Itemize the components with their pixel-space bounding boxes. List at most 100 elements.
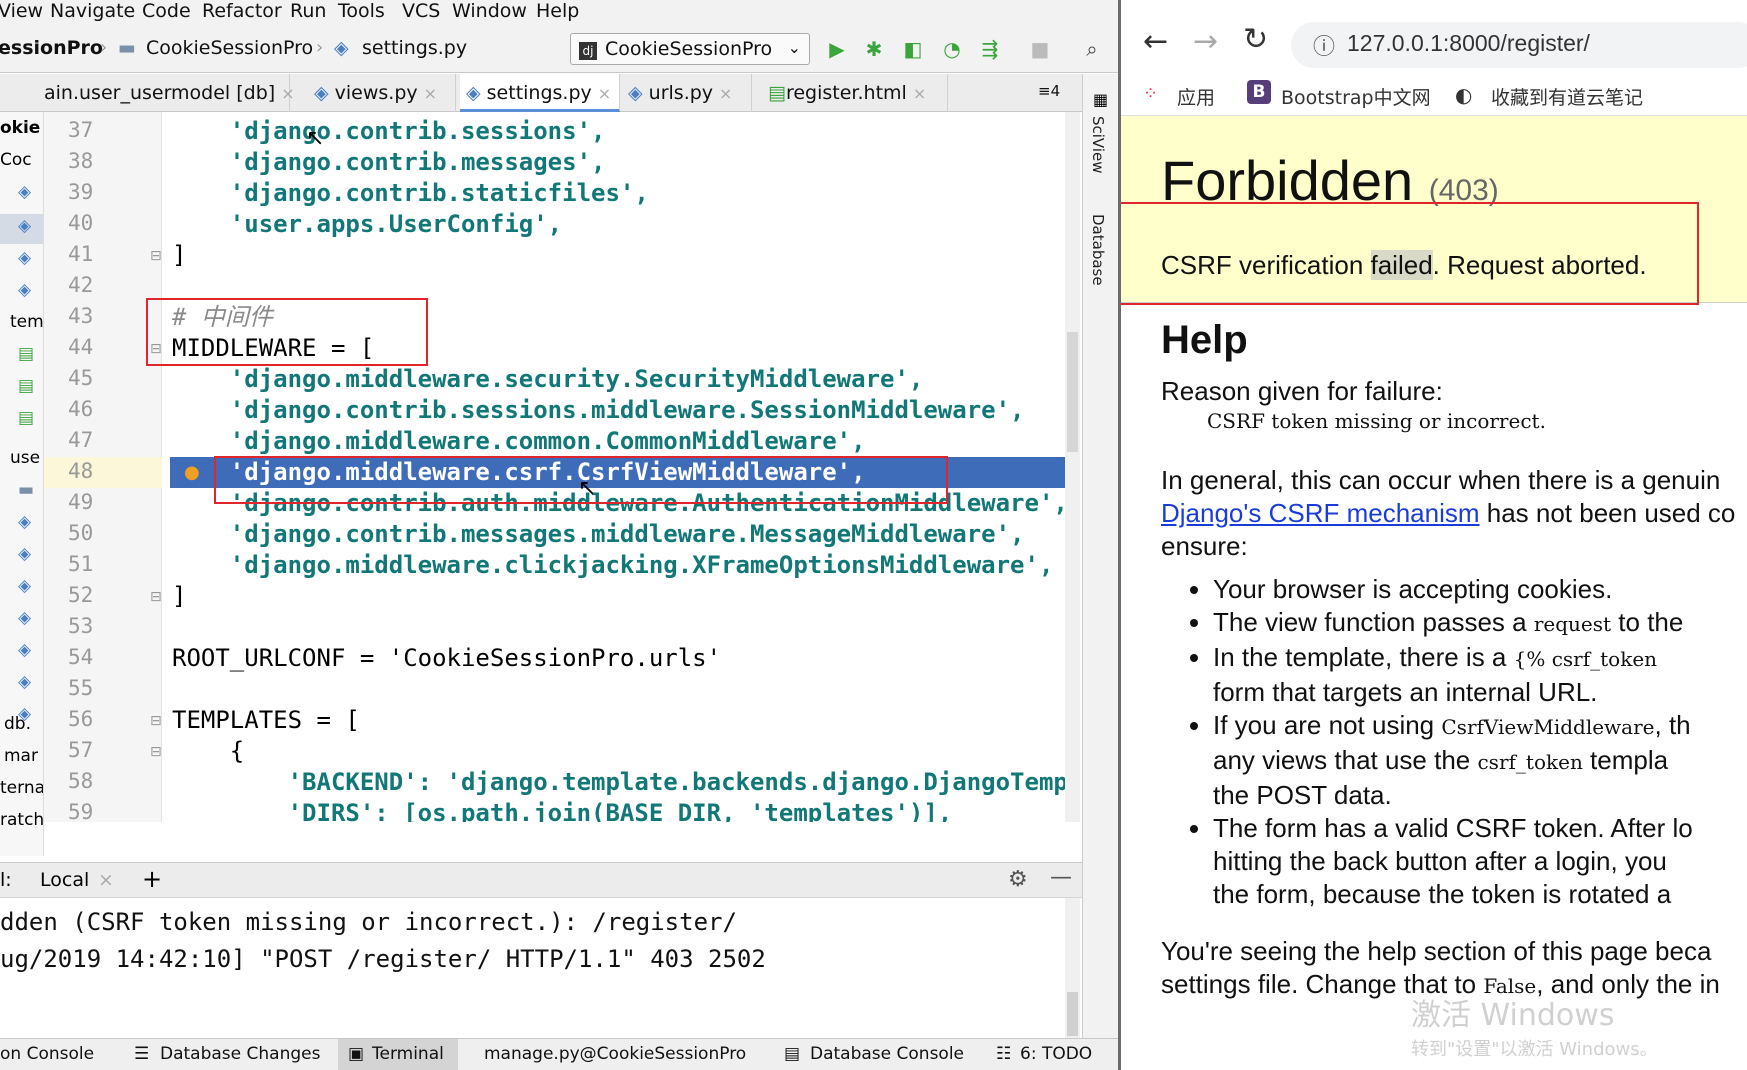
tab-label: ain.user_usermodel [db]	[44, 82, 276, 104]
code-line[interactable]: 'DIRS': [os.path.join(BASE_DIR, 'templat…	[172, 798, 953, 822]
python-file-icon: ◈	[628, 82, 649, 104]
tab-register-html[interactable]: ▤register.html ×	[762, 74, 948, 112]
breadcrumb-folder[interactable]: CookieSessionPro	[146, 37, 313, 59]
profile-icon[interactable]: ◔	[940, 37, 964, 61]
project-tree-item[interactable]: use	[10, 448, 40, 468]
line-number: 44	[68, 335, 94, 359]
fold-icon[interactable]: ⊟	[150, 713, 162, 729]
menu-navigate[interactable]: Navigate	[50, 0, 135, 22]
tab-views[interactable]: ◈ views.py ×	[308, 74, 456, 112]
reload-icon[interactable]: ↻	[1243, 22, 1268, 57]
terminal-icon: ▣	[348, 1044, 365, 1064]
close-icon[interactable]: ×	[98, 869, 114, 891]
code-line[interactable]: ROOT_URLCONF = 'CookieSessionPro.urls'	[172, 643, 721, 674]
stop-icon[interactable]: ■	[1028, 37, 1052, 61]
csrf-docs-link[interactable]: Django's CSRF mechanism	[1161, 498, 1480, 528]
database-console-tab[interactable]: Database Console	[810, 1044, 964, 1064]
close-icon[interactable]: ×	[281, 84, 294, 103]
line-number: 51	[68, 552, 94, 576]
menu-view[interactable]: View	[0, 0, 43, 22]
bookmark-youdao[interactable]: 收藏到有道云笔记	[1491, 83, 1643, 110]
bookmark-apps[interactable]: 应用	[1177, 83, 1215, 110]
manage-py-tab[interactable]: manage.py@CookieSessionPro	[484, 1044, 746, 1064]
project-tree-item[interactable]: mar	[4, 746, 38, 766]
globe-icon: ◐	[1455, 83, 1473, 107]
code-line[interactable]: 'django.middleware.common.CommonMiddlewa…	[172, 426, 866, 457]
minimize-icon[interactable]: —	[1050, 865, 1072, 890]
run-icon[interactable]: ▶	[825, 37, 849, 61]
code-line[interactable]: 'django.middleware.clickjacking.XFrameOp…	[172, 550, 1054, 581]
menu-code[interactable]: Code	[142, 0, 191, 22]
editor-scrollbar[interactable]	[1065, 112, 1080, 822]
fold-icon[interactable]: ⊟	[150, 248, 162, 264]
close-icon[interactable]: ×	[719, 84, 732, 103]
add-icon[interactable]: +	[142, 865, 162, 893]
menu-window[interactable]: Window	[452, 0, 527, 22]
gear-icon[interactable]: ⚙	[1008, 867, 1028, 892]
search-icon[interactable]: ⌕	[1080, 37, 1104, 61]
fold-icon[interactable]: ⊟	[150, 744, 162, 760]
tab-label: urls.py	[648, 82, 714, 104]
tab-label: settings.py	[486, 82, 592, 104]
terminal-tab-local[interactable]: Local	[40, 869, 89, 891]
breadcrumb-project[interactable]: essionPro	[0, 37, 103, 59]
tab-settings[interactable]: ◈ settings.py ×	[460, 74, 620, 112]
terminal-output[interactable]: dden (CSRF token missing or incorrect.):…	[0, 898, 1065, 1038]
code-text: request	[1533, 612, 1612, 636]
back-icon[interactable]: ←	[1143, 24, 1168, 59]
tab-usermodel[interactable]: ain.user_usermodel [db] ×	[38, 74, 295, 112]
code-line[interactable]: 'user.apps.UserConfig',	[172, 209, 562, 240]
database-changes-tab[interactable]: Database Changes	[160, 1044, 320, 1064]
project-tree-item[interactable]: ratch	[0, 810, 43, 830]
code-line[interactable]: ]	[172, 581, 186, 612]
project-tree-item[interactable]: db.	[4, 714, 31, 734]
code-line[interactable]: {	[172, 736, 244, 767]
concurrency-icon[interactable]: ⇶	[978, 37, 1002, 61]
forward-icon[interactable]: →	[1193, 24, 1218, 59]
close-icon[interactable]: ×	[598, 84, 611, 103]
debug-icon[interactable]: ✱	[862, 37, 886, 61]
tab-urls[interactable]: ◈ urls.py ×	[622, 74, 752, 112]
code-line[interactable]: 'django.contrib.messages',	[172, 147, 606, 178]
code-line[interactable]: 'BACKEND': 'django.template.backends.dja…	[172, 767, 1080, 798]
todo-tab[interactable]: 6: TODO	[1020, 1044, 1092, 1064]
project-tree-item[interactable]: okie	[0, 118, 40, 138]
project-tree-item[interactable]: Coc	[0, 150, 32, 170]
help-text: templa	[1582, 745, 1669, 775]
code-line[interactable]: ]	[172, 240, 186, 271]
bookmark-bootstrap[interactable]: Bootstrap中文网	[1281, 83, 1431, 110]
code-line[interactable]: TEMPLATES = [	[172, 705, 360, 736]
structure-icon[interactable]: ▦	[1093, 90, 1108, 109]
info-icon[interactable]: ⓘ	[1313, 29, 1335, 61]
code-line[interactable]: 'django.middleware.security.SecurityMidd…	[172, 364, 924, 395]
project-tree-item[interactable]: terna	[0, 778, 43, 798]
html-file-icon: ▤	[18, 408, 35, 428]
breakpoint-icon[interactable]: ●	[184, 462, 200, 483]
breadcrumb-file[interactable]: settings.py	[362, 37, 467, 59]
bottom-tool-bar: on Console ☰ Database Changes ▣ Terminal…	[0, 1038, 1118, 1070]
code-line[interactable]: 'django.contrib.sessions',	[172, 116, 606, 147]
database-tab[interactable]: Database	[1089, 214, 1107, 286]
run-configuration-select[interactable]: dj CookieSessionPro ⌄	[570, 33, 810, 65]
menu-run[interactable]: Run	[290, 0, 326, 22]
code-line[interactable]: 'django.contrib.sessions.middleware.Sess…	[172, 395, 1025, 426]
sciview-tab[interactable]: SciView	[1089, 116, 1107, 174]
menu-refactor[interactable]: Refactor	[202, 0, 282, 22]
menu-tools[interactable]: Tools	[338, 0, 385, 22]
chevron-right-icon: ›	[100, 37, 108, 58]
code-line[interactable]: 'django.contrib.staticfiles',	[172, 178, 649, 209]
close-icon[interactable]: ×	[424, 84, 437, 103]
menu-vcs[interactable]: VCS	[402, 0, 440, 22]
close-icon[interactable]: ×	[913, 84, 926, 103]
fold-icon[interactable]: ⊟	[150, 589, 162, 605]
address-bar[interactable]: ⓘ 127.0.0.1:8000/register/	[1291, 22, 1747, 68]
menu-help[interactable]: Help	[536, 0, 579, 22]
terminal-tab[interactable]: Terminal	[372, 1044, 444, 1064]
code-line[interactable]: 'django.contrib.messages.middleware.Mess…	[172, 519, 1025, 550]
terminal-scrollbar[interactable]	[1065, 898, 1080, 1038]
coverage-icon[interactable]: ◧	[901, 37, 925, 61]
help-footer: You're seeing the help section of this p…	[1161, 936, 1712, 966]
project-tree-item[interactable]: tem	[10, 312, 43, 332]
python-console-tab[interactable]: on Console	[0, 1044, 94, 1064]
tab-overflow-count[interactable]: ≡4	[1038, 82, 1060, 100]
